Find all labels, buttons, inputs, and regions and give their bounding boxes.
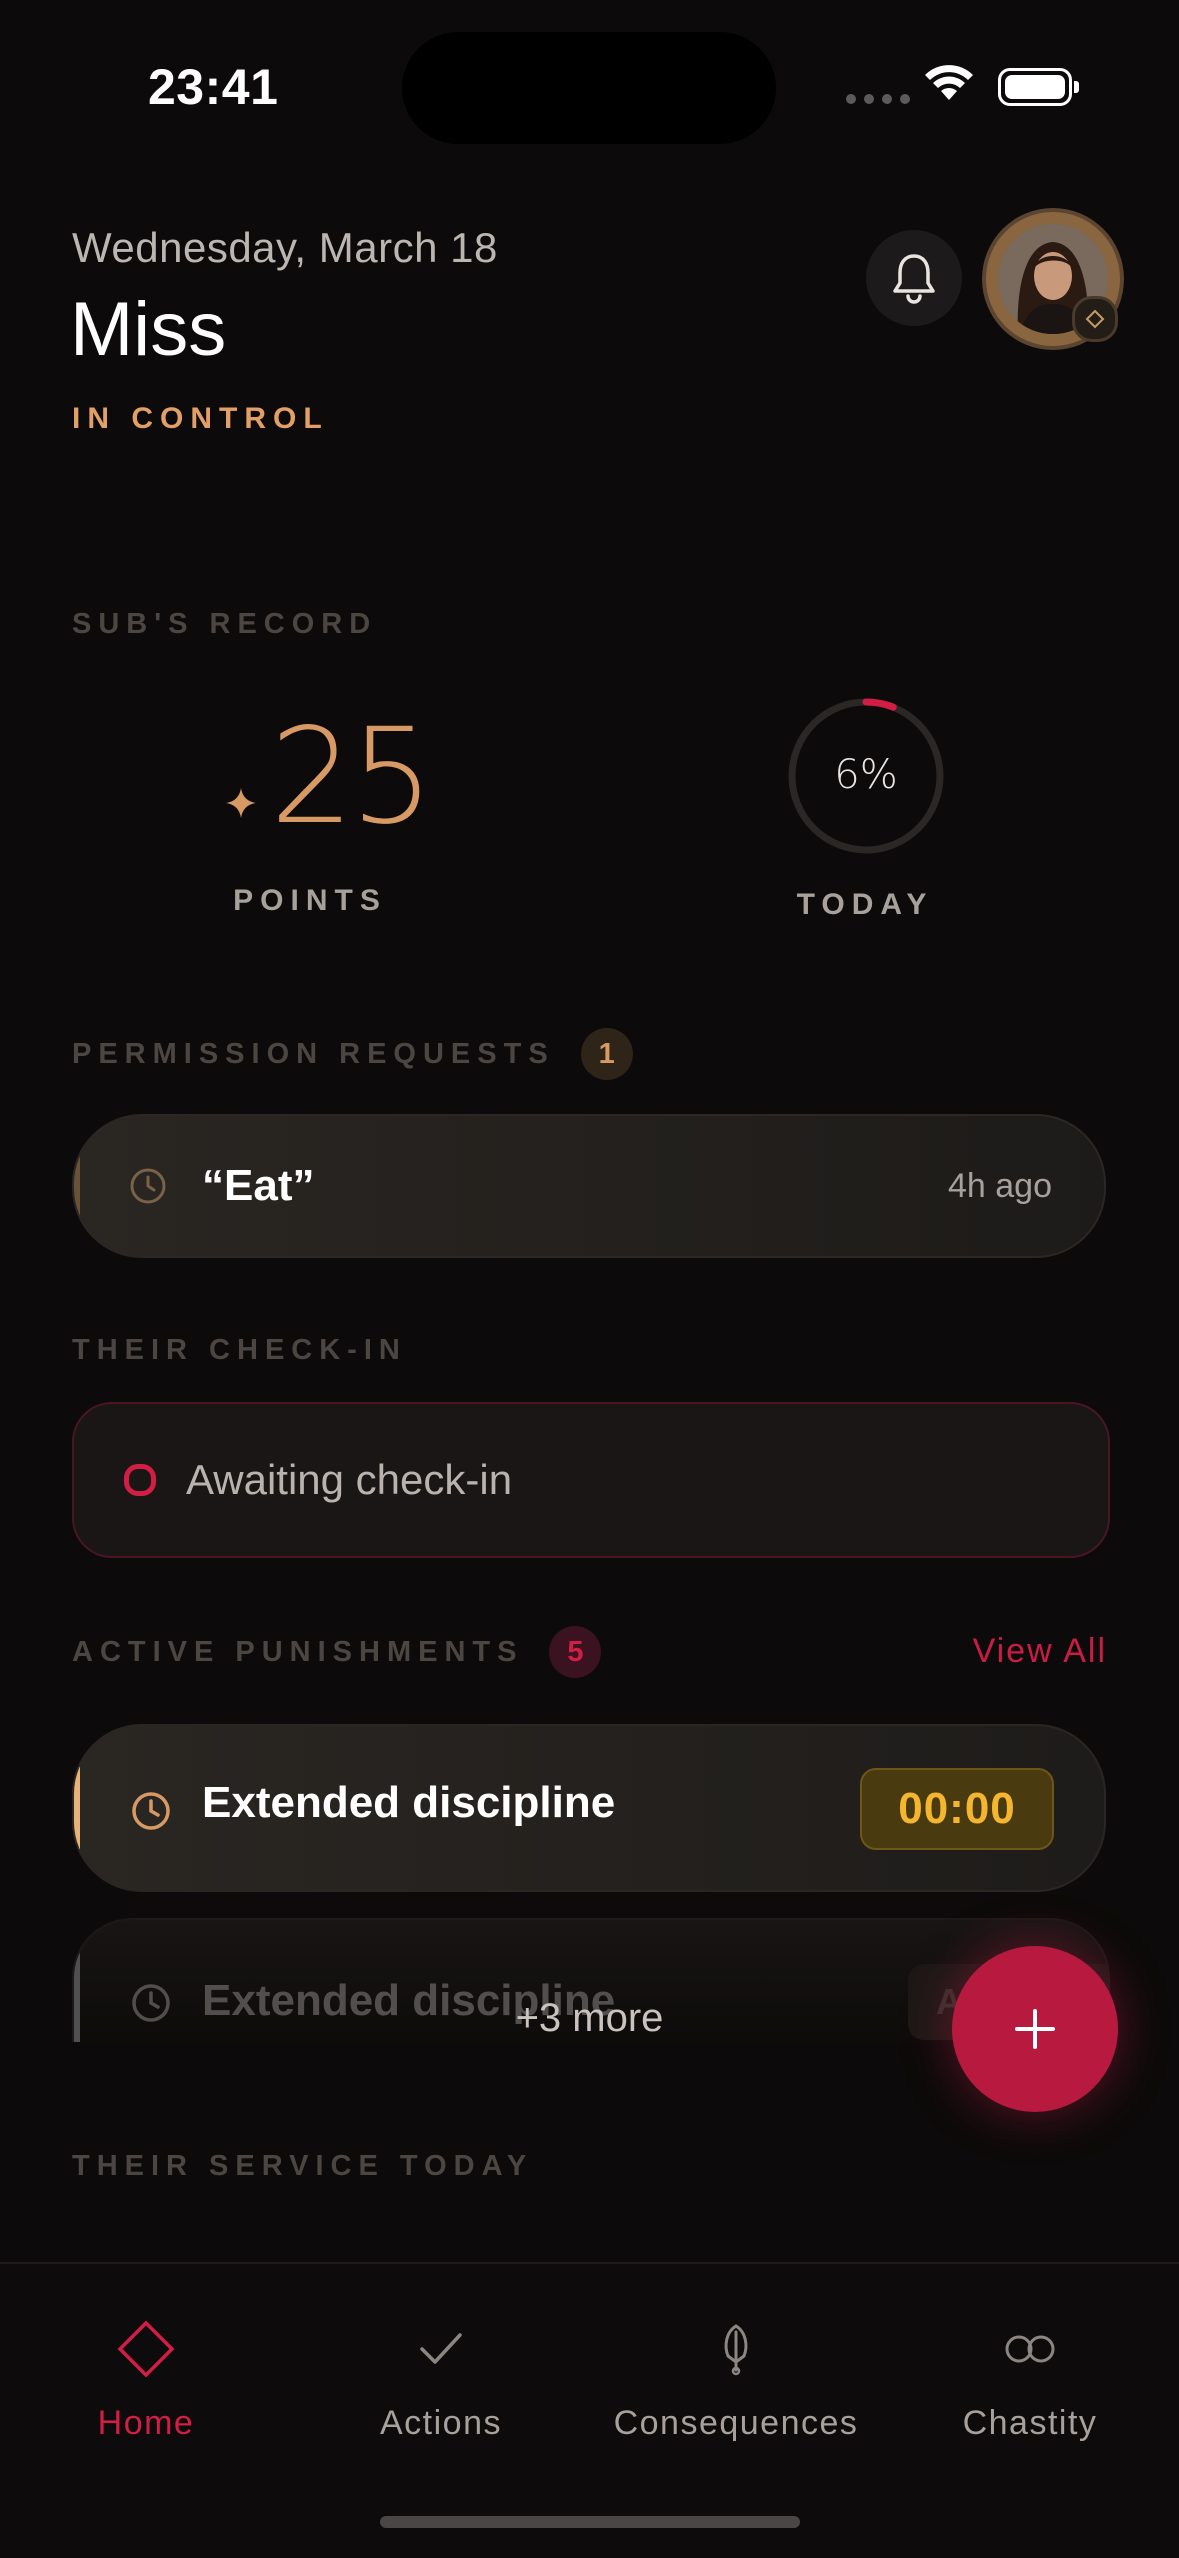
feather-icon (724, 2324, 748, 2376)
section-title-permissions: PERMISSION REQUESTS (72, 1037, 555, 1070)
role-badge-icon (1072, 296, 1118, 342)
battery-icon (998, 68, 1079, 106)
tab-label: Home (97, 2404, 195, 2442)
permission-time: 4h ago (948, 1166, 1052, 1205)
plus-icon (1015, 2009, 1055, 2049)
tab-chastity[interactable]: Chastity (900, 2314, 1160, 2443)
section-title-checkin: THEIR CHECK-IN (72, 1334, 407, 1366)
checkin-status: Awaiting check-in (186, 1456, 513, 1503)
bell-icon (893, 254, 935, 304)
today-progress-ring: 6% (786, 696, 946, 861)
permission-count-badge: 1 (580, 1028, 633, 1080)
check-icon (420, 2333, 462, 2364)
today-percent: 6% (834, 752, 897, 798)
user-name: Miss (70, 287, 227, 372)
punishment-timer[interactable]: 00:00 (860, 1768, 1054, 1850)
home-indicator (380, 2516, 800, 2528)
infinity-rings-icon (1005, 2335, 1055, 2363)
section-title-service: THEIR SERVICE TODAY (72, 2150, 534, 2182)
tab-label: Chastity (962, 2404, 1098, 2442)
date-label: Wednesday, March 18 (72, 224, 498, 271)
clock-icon (132, 1792, 170, 1830)
status-ring-icon (124, 1464, 156, 1496)
tab-bar: Home Actions Consequences Chastity (0, 2262, 1179, 2558)
section-title-punishments: ACTIVE PUNISHMENTS (72, 1635, 524, 1668)
profile-avatar[interactable] (986, 212, 1120, 346)
points-label: POINTS (233, 884, 387, 917)
checkin-card[interactable]: Awaiting check-in (72, 1402, 1110, 1558)
punishments-header: ACTIVE PUNISHMENTS 5 (72, 1626, 602, 1678)
card-accent-edge (74, 1726, 80, 1890)
punishment-card[interactable]: Extended discipline 00:00 (72, 1724, 1106, 1892)
permission-requests-header: PERMISSION REQUESTS 1 (72, 1028, 633, 1080)
permission-request-card[interactable]: “Eat” 4h ago (72, 1114, 1106, 1258)
punishment-title: Extended discipline (202, 1778, 616, 1827)
today-label: TODAY (796, 888, 934, 921)
cellular-signal-icon (846, 94, 910, 104)
dynamic-island (402, 32, 776, 144)
section-title-record: SUB'S RECORD (72, 608, 378, 640)
card-accent-edge (74, 1116, 80, 1256)
wifi-icon (922, 62, 976, 107)
diamond-icon (117, 2320, 175, 2378)
tab-home[interactable]: Home (16, 2314, 276, 2443)
view-all-link[interactable]: View All (973, 1632, 1107, 1671)
tab-label: Consequences (613, 2404, 859, 2442)
tab-actions[interactable]: Actions (311, 2314, 571, 2443)
status-time: 23:41 (148, 59, 279, 115)
punishment-count-badge: 5 (549, 1626, 602, 1678)
tab-label: Actions (380, 2404, 502, 2442)
points-value: 25 (270, 700, 434, 854)
permission-title: “Eat” (202, 1161, 315, 1210)
clock-icon (130, 1168, 166, 1204)
notifications-button[interactable] (866, 230, 962, 326)
tab-consequences[interactable]: Consequences (606, 2314, 866, 2443)
add-button[interactable] (952, 1946, 1118, 2112)
sparkle-icon (224, 786, 258, 825)
role-label: IN CONTROL (72, 402, 329, 435)
